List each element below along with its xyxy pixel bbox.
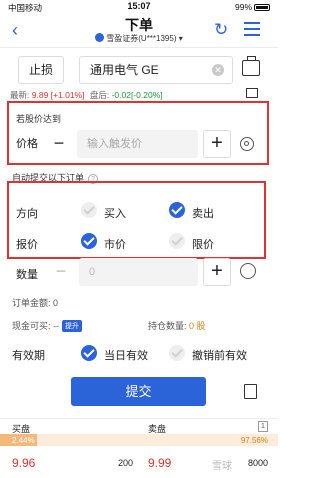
bid-size: 200 [118,458,134,468]
nav-bar: ‹ 下单 雪盈证券(U***1395) ▾ ↻ [0,14,278,48]
market-label[interactable]: 市价 [104,236,126,252]
order-amount: 订单金额: 0 [12,296,58,309]
ask-ratio: 97.56% [240,436,268,445]
price-minus-button[interactable]: − [48,132,70,156]
cash-available: 现金可买: -- 提升 [12,319,83,332]
stock-name: 通用电气 GE [90,63,159,77]
today-valid-radio[interactable] [81,345,97,361]
submit-button[interactable]: 提交 [71,377,206,406]
document-icon[interactable] [244,384,257,399]
today-valid-label[interactable]: 当日有效 [104,347,148,363]
bid-price: 9.96 [12,456,36,470]
account-label: 雪盈证券(U***1395) [106,34,177,43]
amount-label: 订单金额: [12,298,51,308]
latest-label: 最新: [10,90,30,100]
premarket-label: 盘后: [89,90,110,100]
quantity-minus-button[interactable]: − [50,260,72,284]
sell-label[interactable]: 卖出 [192,205,214,221]
quantity-input[interactable]: 0 [79,258,198,286]
gtc-label[interactable]: 撤销前有效 [192,347,247,363]
latest-price: 9.89 [31,90,49,100]
quantity-plus-button[interactable]: + [203,258,231,286]
bid-ask-ratio-bar: 2.44% 97.56% [0,434,278,446]
bid-ratio: 2.44% [12,436,35,445]
orderbook-header: 买盘 卖盘 1 [0,418,278,434]
clear-icon[interactable]: ✕ [212,64,224,76]
premarket-value: -0.02[-0.20%] [111,90,163,100]
menu-icon[interactable] [244,22,260,36]
battery-percent: 99% [234,2,252,12]
holding-quantity: 持仓数量: 0 股 [148,319,206,332]
limit-radio[interactable] [169,233,185,249]
order-type-button[interactable]: 止损 [18,56,64,84]
gtc-radio[interactable] [169,345,185,361]
chart-icon[interactable] [246,88,258,98]
boost-tag[interactable]: 提升 [62,320,83,332]
ask-size: 8000 [247,458,268,468]
limit-label[interactable]: 限价 [192,236,214,252]
amount-value: 0 [53,298,59,308]
trigger-title: 若股价达到 [16,114,62,124]
order-options-highlight [7,181,266,259]
page-title: 下单 [125,17,153,33]
stock-search-field[interactable]: 通用电气 GE ✕ [79,56,233,84]
holding-label: 持仓数量: [148,321,187,331]
quote-line: 最新: 9.89 [+1.01%] 盘后: -0.02[-0.20%] [10,89,163,101]
battery-indicator: 99% [235,2,270,12]
price-plus-button[interactable]: + [203,130,231,158]
account-selector[interactable]: 雪盈证券(U***1395) ▾ [0,33,278,44]
battery-icon [254,4,270,12]
cash-label: 现金可买: [12,321,51,331]
refresh-icon[interactable]: ↻ [214,20,228,40]
orderbook-row: 9.96 200 9.99 雪球 8000 [0,447,278,478]
page-indicator[interactable]: 1 [258,421,268,432]
direction-label: 方向 [16,208,38,220]
broker-logo-icon [95,33,105,42]
watermark: 雪球 [212,461,232,472]
market-radio[interactable] [81,233,97,249]
quantity-label: 数量 [16,269,38,281]
buy-label[interactable]: 买入 [104,205,126,221]
order-type-row: 止损 通用电气 GE ✕ [0,56,278,84]
cash-value: -- [53,321,60,331]
validity-label: 有效期 [12,350,45,362]
latest-change: [+1.01%] [50,90,85,100]
target-icon[interactable] [240,137,254,151]
briefcase-icon[interactable] [242,56,260,76]
holding-value: 0 股 [189,321,206,331]
sell-radio[interactable] [169,202,185,218]
buy-radio[interactable] [81,202,97,218]
status-bar: 中国移动 15:07 99% [0,0,278,14]
pricing-label: 报价 [16,239,38,251]
pie-chart-icon[interactable] [240,263,256,279]
price-label: 价格 [16,138,38,150]
trigger-price-input[interactable]: 输入触发价 [77,130,198,158]
ask-price: 9.99 [148,456,172,470]
